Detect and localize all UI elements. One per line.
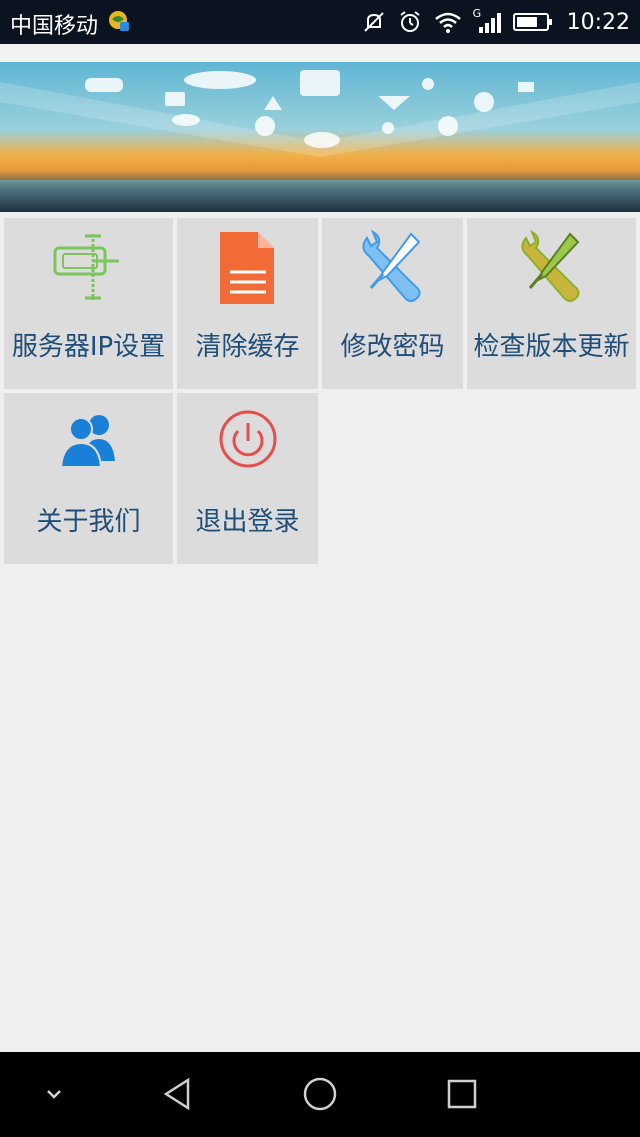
tools-icon [362, 229, 421, 302]
clock: 10:22 [566, 9, 630, 35]
tire-icon-2 [438, 116, 458, 136]
back-button[interactable] [156, 1072, 200, 1116]
menu-item-clear-cache[interactable]: 清除缓存 [177, 218, 318, 389]
signal-icon: G [472, 7, 503, 35]
menu-item-about-us[interactable]: 关于我们 [4, 393, 173, 564]
network-type-label: G [472, 7, 482, 20]
phone-icon [300, 70, 340, 96]
navigation-bar [0, 1052, 640, 1137]
traffic-light-icon [165, 92, 185, 106]
users-icon [59, 415, 115, 468]
menu-item-change-password[interactable]: 修改密码 [322, 218, 463, 389]
stop-sign-icon [85, 78, 123, 92]
menu-item-check-update[interactable]: 检查版本更新 [467, 218, 636, 389]
menu-item-label: 修改密码 [340, 332, 445, 362]
alarm-icon [399, 11, 420, 32]
cloud-icon [184, 71, 256, 89]
tire-icon [474, 92, 494, 112]
chevron-down-icon[interactable] [32, 1072, 76, 1116]
banner-artwork [0, 62, 640, 212]
header-strip [0, 44, 640, 62]
menu-item-label: 检查版本更新 [473, 332, 630, 362]
server-icon [53, 234, 119, 300]
banner-image [0, 62, 640, 212]
battery-icon [512, 13, 552, 31]
menu-item-logout[interactable]: 退出登录 [177, 393, 318, 564]
speedometer-icon [255, 116, 275, 136]
music-icon [422, 78, 434, 90]
carrier-badge-icon [109, 11, 129, 31]
menu-item-label: 清除缓存 [195, 332, 300, 362]
menu-item-server-ip[interactable]: 服务器IP设置 [4, 218, 173, 389]
power-icon [219, 410, 276, 468]
menu-item-label: 退出登录 [195, 507, 300, 537]
status-bar: 中国移动 G 10:22 [0, 0, 640, 44]
tools-update-icon [521, 229, 580, 302]
menu-item-label: 服务器IP设置 [11, 332, 166, 362]
status-icons: G 10:22 [361, 0, 630, 44]
location-icon [382, 122, 394, 134]
recent-apps-button[interactable] [440, 1072, 484, 1116]
document-icon [219, 232, 274, 304]
wifi-icon [434, 12, 461, 33]
menu-item-label: 关于我们 [36, 507, 141, 537]
home-button[interactable] [298, 1072, 342, 1116]
carrier-name: 中国移动 [10, 14, 99, 39]
mute-icon [363, 12, 384, 32]
